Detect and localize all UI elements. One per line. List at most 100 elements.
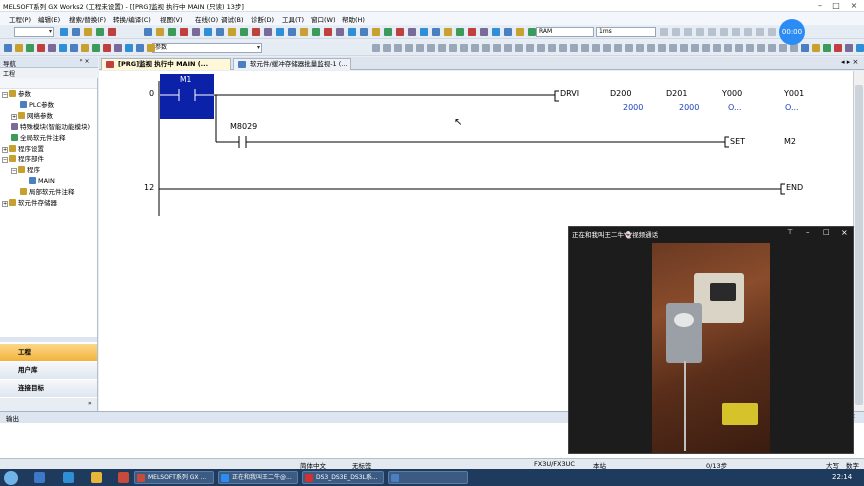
toolbar-button-icon[interactable]	[59, 44, 67, 52]
nav-footer-arrow-icon[interactable]: »	[88, 400, 92, 407]
toolbar-button-icon[interactable]	[147, 44, 155, 52]
app-icon[interactable]	[118, 472, 129, 483]
toolbar-button-icon[interactable]	[647, 44, 655, 52]
search-combo[interactable]: 参数 ▾	[152, 43, 262, 53]
tree-item[interactable]: − 参数	[2, 89, 31, 99]
toolbar-button-icon[interactable]	[471, 44, 479, 52]
tabs-arrows[interactable]: ◂ ▸ ×	[841, 58, 858, 66]
toolbar-button-icon[interactable]	[744, 28, 752, 36]
tab-device-monitor[interactable]: 软元件/缓冲存储器批量监视-1 (...	[233, 58, 351, 70]
toolbar-button-icon[interactable]	[372, 44, 380, 52]
toolbar-button-icon[interactable]	[372, 28, 380, 36]
menu-item[interactable]: 帮助(H)	[342, 14, 365, 24]
toolbar-button-icon[interactable]	[156, 28, 164, 36]
explorer-icon[interactable]	[34, 472, 45, 483]
close-icon[interactable]: ×	[841, 228, 848, 237]
expand-toggle-icon[interactable]: −	[2, 157, 8, 164]
toolbar-button-icon[interactable]	[15, 44, 23, 52]
toolbar-button-icon[interactable]	[660, 28, 668, 36]
menu-item[interactable]: 在线(O)	[195, 14, 218, 24]
toolbar-button-icon[interactable]	[4, 44, 12, 52]
toolbar-button-icon[interactable]	[801, 44, 809, 52]
menu-item[interactable]: 搜索/替换(F)	[69, 14, 106, 24]
toolbar-button-icon[interactable]	[383, 44, 391, 52]
tree-item[interactable]: − 程序部件	[2, 154, 44, 164]
toolbar-button-icon[interactable]	[96, 28, 104, 36]
menu-item[interactable]: 编辑(E)	[38, 14, 60, 24]
toolbar-button-icon[interactable]	[845, 44, 853, 52]
menu-item[interactable]: 诊断(D)	[251, 14, 274, 24]
toolbar-button-icon[interactable]	[669, 44, 677, 52]
nav-button-project[interactable]: 工程	[0, 344, 97, 361]
task-window[interactable]	[388, 471, 468, 484]
toolbar-button-icon[interactable]	[658, 44, 666, 52]
toolbar-button-icon[interactable]	[168, 28, 176, 36]
toolbar-button-icon[interactable]	[300, 28, 308, 36]
toolbar-button-icon[interactable]	[26, 44, 34, 52]
toolbar-button-icon[interactable]	[713, 44, 721, 52]
toolbar-button-icon[interactable]	[684, 28, 692, 36]
toolbar-button-icon[interactable]	[288, 28, 296, 36]
tree-item[interactable]: 局部软元件注释	[11, 187, 75, 197]
toolbar-button-icon[interactable]	[790, 44, 798, 52]
toolbar-button-icon[interactable]	[396, 28, 404, 36]
toolbar-button-icon[interactable]	[103, 44, 111, 52]
toolbar-button-icon[interactable]	[276, 28, 284, 36]
minimize-button[interactable]: –	[812, 0, 828, 11]
toolbar-button-icon[interactable]	[70, 44, 78, 52]
toolbar-button-icon[interactable]	[526, 44, 534, 52]
memory-combo[interactable]: RAM	[536, 27, 594, 37]
scan-combo[interactable]: 1ms	[596, 27, 656, 37]
toolbar-button-icon[interactable]	[823, 44, 831, 52]
toolbar-button-icon[interactable]	[228, 28, 236, 36]
toolbar-button-icon[interactable]	[108, 28, 116, 36]
maximize-icon[interactable]: □	[823, 228, 830, 236]
toolbar-button-icon[interactable]	[702, 44, 710, 52]
toolbar-button-icon[interactable]	[438, 44, 446, 52]
folder-icon[interactable]	[91, 472, 102, 483]
toolbar-button-icon[interactable]	[636, 44, 644, 52]
expand-toggle-icon[interactable]: −	[2, 92, 8, 98]
toolbar-button-icon[interactable]	[570, 44, 578, 52]
toolbar-button-icon[interactable]	[60, 28, 68, 36]
toolbar-button-icon[interactable]	[724, 44, 732, 52]
toolbar-button-icon[interactable]	[348, 28, 356, 36]
toolbar-button-icon[interactable]	[768, 28, 776, 36]
tree-item[interactable]: PLC参数	[11, 100, 54, 110]
pin-icon[interactable]: ⊤	[787, 228, 793, 236]
toolbar-button-icon[interactable]	[416, 44, 424, 52]
toolbar-button-icon[interactable]	[482, 44, 490, 52]
toolbar-button-icon[interactable]	[405, 44, 413, 52]
toolbar-button-icon[interactable]	[625, 44, 633, 52]
toolbar-button-icon[interactable]	[779, 44, 787, 52]
toolbar-button-icon[interactable]	[125, 44, 133, 52]
menu-item[interactable]: 工具(T)	[282, 14, 304, 24]
toolbar-button-icon[interactable]	[756, 28, 764, 36]
task-gxworks[interactable]: MELSOFT系列 GX ...	[134, 471, 214, 484]
toolbar-button-icon[interactable]	[136, 44, 144, 52]
toolbar-button-icon[interactable]	[732, 28, 740, 36]
video-call-window[interactable]: 正在和我叫王二牛👻视频通话 ⊤ – □ ×	[568, 226, 854, 454]
toolbar-button-icon[interactable]	[456, 28, 464, 36]
toolbar-button-icon[interactable]	[603, 44, 611, 52]
toolbar-button-icon[interactable]	[264, 28, 272, 36]
tree-item[interactable]: MAIN	[20, 176, 55, 186]
toolbar-button-icon[interactable]	[581, 44, 589, 52]
toolbar-button-icon[interactable]	[427, 44, 435, 52]
toolbar-button-icon[interactable]	[48, 44, 56, 52]
toolbar-button-icon[interactable]	[834, 44, 842, 52]
toolbar-button-icon[interactable]	[449, 44, 457, 52]
browser-icon[interactable]	[63, 472, 74, 483]
close-button[interactable]: ×	[846, 0, 862, 11]
toolbar-button-icon[interactable]	[37, 44, 45, 52]
tree-item[interactable]: + 网络参数	[11, 111, 53, 121]
toolbar-button-icon[interactable]	[592, 44, 600, 52]
toolbar-button-icon[interactable]	[614, 44, 622, 52]
toolbar-button-icon[interactable]	[696, 28, 704, 36]
tab-ladder[interactable]: [PRG]监视 执行中 MAIN (...	[101, 58, 231, 70]
toolbar-button-icon[interactable]	[708, 28, 716, 36]
nav-button-connection[interactable]: 连接目标	[0, 380, 97, 397]
toolbar-button-icon[interactable]	[515, 44, 523, 52]
toolbar-button-icon[interactable]	[460, 44, 468, 52]
nav-splitter[interactable]	[0, 337, 97, 342]
